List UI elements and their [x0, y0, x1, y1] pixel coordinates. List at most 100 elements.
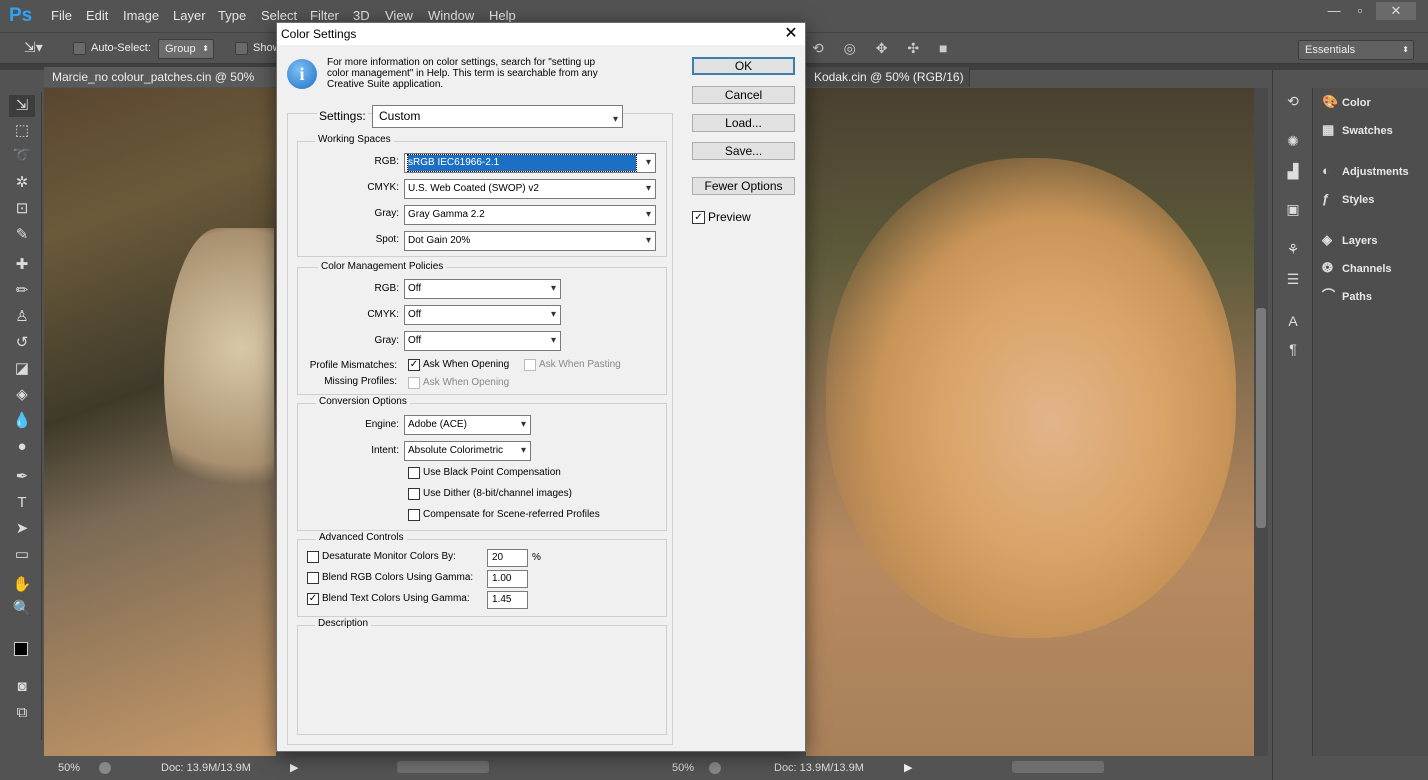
- menu-layer[interactable]: Layer: [173, 8, 206, 23]
- crop-tool-icon[interactable]: ⊡: [9, 198, 35, 220]
- foreground-color-swatch[interactable]: [14, 642, 28, 656]
- load-button[interactable]: Load...: [692, 114, 795, 132]
- menu-edit[interactable]: Edit: [86, 8, 108, 23]
- magic-wand-icon[interactable]: ✲: [9, 172, 35, 194]
- histogram-icon[interactable]: ▟: [1282, 160, 1304, 182]
- screen-mode-icon[interactable]: ⧉: [9, 702, 35, 724]
- fewer-options-button[interactable]: Fewer Options: [692, 177, 795, 195]
- dodge-tool-icon[interactable]: ●: [9, 436, 35, 458]
- zoom-level[interactable]: 50%: [58, 758, 80, 778]
- blend-rgb-input[interactable]: 1.00: [487, 570, 528, 588]
- panel-color[interactable]: 🎨 Color: [1322, 90, 1371, 114]
- right-document-canvas[interactable]: [806, 88, 1254, 756]
- save-button[interactable]: Save...: [692, 142, 795, 160]
- ws-gray-dropdown[interactable]: Gray Gamma 2.2 ▾: [404, 205, 656, 225]
- missing-ask-opening-checkbox[interactable]: [408, 377, 420, 389]
- stamp-tool-icon[interactable]: ♙: [9, 306, 35, 328]
- 3d-mode-icons[interactable]: ⟲ ◎ ✥ ✣ ■: [812, 40, 955, 57]
- close-icon[interactable]: ✕: [777, 23, 805, 45]
- minimize-icon[interactable]: —: [1320, 2, 1348, 20]
- eyedropper-icon[interactable]: ✎: [9, 224, 35, 246]
- menu-help[interactable]: Help: [489, 8, 516, 23]
- menu-image[interactable]: Image: [123, 8, 159, 23]
- cmp-rgb-dropdown[interactable]: Off ▾: [404, 279, 561, 299]
- tab-kodak[interactable]: Kodak.cin @ 50% (RGB/16) ×: [806, 67, 970, 104]
- lasso-tool-icon[interactable]: ➰: [9, 145, 35, 167]
- dither-checkbox[interactable]: [408, 488, 420, 500]
- workspace-dropdown[interactable]: Essentials ⬍: [1298, 40, 1414, 60]
- ws-rgb-dropdown[interactable]: sRGB IEC61966-2.1 ▾: [404, 153, 656, 173]
- cmp-cmyk-dropdown[interactable]: Off ▾: [404, 305, 561, 325]
- menu-filter[interactable]: Filter: [310, 8, 339, 23]
- status-menu-arrow-icon[interactable]: ▶: [290, 758, 298, 778]
- cancel-button[interactable]: Cancel: [692, 86, 795, 104]
- tool-presets-icon[interactable]: ⚘: [1282, 238, 1304, 260]
- character-icon[interactable]: A: [1282, 310, 1304, 332]
- history-icon[interactable]: ⟲: [1282, 90, 1304, 112]
- preview-checkbox[interactable]: ✓: [692, 211, 705, 224]
- properties-icon[interactable]: ▣: [1282, 198, 1304, 220]
- paragraph-icon[interactable]: ¶: [1282, 338, 1304, 360]
- show-transform-checkbox[interactable]: [235, 42, 248, 55]
- quick-mask-icon[interactable]: ◙: [9, 676, 35, 698]
- status-menu-arrow-icon[interactable]: ▶: [904, 758, 912, 778]
- type-tool-icon[interactable]: T: [9, 492, 35, 514]
- panel-paths[interactable]: ⌒ Paths: [1322, 284, 1372, 308]
- scrollbar-thumb[interactable]: [1256, 308, 1266, 528]
- adjust-sliders-icon[interactable]: ☰: [1282, 268, 1304, 290]
- healing-brush-icon[interactable]: ✚: [9, 254, 35, 276]
- zoom-tool-icon[interactable]: 🔍: [9, 598, 35, 620]
- panel-adjustments[interactable]: ◐ Adjustments: [1322, 159, 1409, 183]
- ws-cmyk-dropdown[interactable]: U.S. Web Coated (SWOP) v2 ▾: [404, 179, 656, 199]
- scene-referred-checkbox[interactable]: [408, 509, 420, 521]
- blend-text-input[interactable]: 1.45: [487, 591, 528, 609]
- mismatch-ask-pasting-checkbox[interactable]: [524, 359, 536, 371]
- pen-tool-icon[interactable]: ✒: [9, 466, 35, 488]
- menu-3d[interactable]: 3D: [353, 8, 370, 23]
- mismatch-ask-opening-checkbox[interactable]: ✓: [408, 359, 420, 371]
- intent-dropdown[interactable]: Absolute Colorimetric ▾: [404, 441, 531, 461]
- auto-select-dropdown[interactable]: Group ⬍: [158, 39, 214, 59]
- desaturate-input[interactable]: 20: [487, 549, 528, 567]
- move-tool-icon[interactable]: ⇲▾: [24, 39, 43, 56]
- blend-text-checkbox[interactable]: ✓: [307, 593, 319, 605]
- status-icon[interactable]: [99, 762, 111, 774]
- brush-tool-icon[interactable]: ✏: [9, 280, 35, 302]
- bucket-tool-icon[interactable]: ◈: [9, 384, 35, 406]
- tab-marcie[interactable]: Marcie_no colour_patches.cin @ 50% (RGB: [44, 67, 278, 104]
- panel-swatches[interactable]: ▦ Swatches: [1322, 118, 1393, 142]
- cmp-gray-dropdown[interactable]: Off ▾: [404, 331, 561, 351]
- path-select-icon[interactable]: ➤: [9, 518, 35, 540]
- ws-spot-dropdown[interactable]: Dot Gain 20% ▾: [404, 231, 656, 251]
- menu-type[interactable]: Type: [218, 8, 246, 23]
- menu-select[interactable]: Select: [261, 8, 297, 23]
- settings-dropdown[interactable]: Custom ▾: [372, 105, 623, 128]
- brush-settings-icon[interactable]: ✺: [1282, 130, 1304, 152]
- left-document-canvas[interactable]: [44, 88, 276, 756]
- black-point-checkbox[interactable]: [408, 467, 420, 479]
- blend-rgb-checkbox[interactable]: [307, 572, 319, 584]
- rectangle-tool-icon[interactable]: ▭: [9, 544, 35, 566]
- h-scrollbar-thumb-left[interactable]: [397, 761, 489, 773]
- auto-select-checkbox[interactable]: [73, 42, 86, 55]
- history-brush-icon[interactable]: ↺: [9, 332, 35, 354]
- panel-styles[interactable]: ƒ Styles: [1322, 187, 1374, 211]
- move-tool-icon[interactable]: ⇲: [9, 95, 35, 117]
- eraser-tool-icon[interactable]: ◪: [9, 358, 35, 380]
- panel-channels[interactable]: ❂ Channels: [1322, 256, 1392, 280]
- maximize-icon[interactable]: ▫: [1346, 2, 1374, 20]
- hand-tool-icon[interactable]: ✋: [9, 574, 35, 596]
- status-icon[interactable]: [709, 762, 721, 774]
- engine-dropdown[interactable]: Adobe (ACE) ▾: [404, 415, 531, 435]
- close-window-icon[interactable]: ✕: [1376, 2, 1416, 20]
- menu-window[interactable]: Window: [428, 8, 474, 23]
- zoom-level[interactable]: 50%: [672, 758, 694, 778]
- vertical-scrollbar[interactable]: [1254, 88, 1268, 756]
- blur-tool-icon[interactable]: 💧: [9, 410, 35, 432]
- menu-file[interactable]: File: [51, 8, 72, 23]
- h-scrollbar-thumb-right[interactable]: [1012, 761, 1104, 773]
- desaturate-checkbox[interactable]: [307, 551, 319, 563]
- menu-view[interactable]: View: [385, 8, 413, 23]
- marquee-tool-icon[interactable]: ⬚: [9, 120, 35, 142]
- ok-button[interactable]: OK: [692, 57, 795, 75]
